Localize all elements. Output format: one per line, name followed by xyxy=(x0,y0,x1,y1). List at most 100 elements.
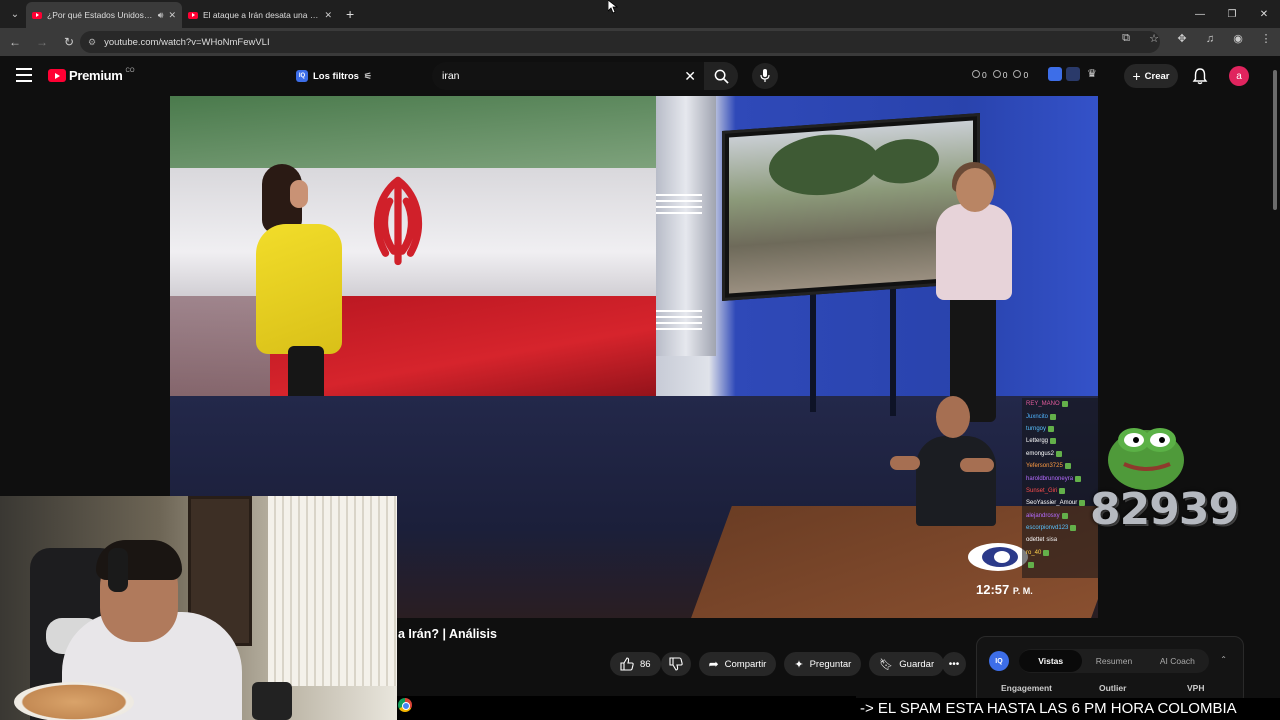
tab-ai-coach[interactable]: AI Coach xyxy=(1146,656,1209,666)
site-info-icon[interactable]: ⚙ xyxy=(88,37,96,48)
extension-stats[interactable]: 0 0 0 xyxy=(972,70,1028,80)
filters-label: Los filtros xyxy=(313,70,359,82)
tab-title: ¿Por qué Estados Unidos e... xyxy=(47,10,153,20)
search-button[interactable] xyxy=(704,62,738,90)
page-scrollbar[interactable] xyxy=(1270,56,1280,696)
food-plate xyxy=(14,682,134,720)
pepe-emote-icon xyxy=(1108,428,1184,490)
youtube-logo[interactable]: Premium CO xyxy=(48,68,135,83)
save-button[interactable]: 🔖︎ Guardar xyxy=(869,652,945,676)
chevron-up-icon[interactable]: ⌃ xyxy=(1220,655,1227,664)
close-tab-icon[interactable]: ✕ xyxy=(324,10,332,21)
vidiq-extension-icon[interactable] xyxy=(1048,67,1062,81)
sign-language-interpreter xyxy=(890,396,1010,526)
ask-button[interactable]: ✦ Preguntar xyxy=(784,652,862,676)
microphone-arm xyxy=(252,682,292,720)
chat-emote-icon xyxy=(1061,512,1068,519)
stream-ticker: -> EL SPAM ESTA HASTA LAS 6 PM HORA COLO… xyxy=(856,698,1280,720)
minimize-icon[interactable]: — xyxy=(1184,0,1216,28)
tab-title: El ataque a Irán desata una gue... xyxy=(203,10,320,20)
trophy-icon[interactable]: ♛ xyxy=(1087,67,1101,81)
chat-emote-icon xyxy=(1064,463,1071,470)
plus-icon: + xyxy=(1132,68,1141,84)
chat-emote-icon xyxy=(1043,549,1050,556)
logo-wordmark: Premium xyxy=(69,68,123,83)
vidiq-icon: IQ xyxy=(296,70,308,82)
create-label: Crear xyxy=(1144,70,1170,82)
profile-icon[interactable]: ◉ xyxy=(1230,32,1246,45)
speaker-icon[interactable]: 🔊︎ xyxy=(158,10,164,21)
window-blinds xyxy=(268,496,397,686)
sliders-icon: ⚟ xyxy=(363,70,372,81)
browser-tab-2[interactable]: El ataque a Irán desata una gue... ✕ xyxy=(182,2,338,28)
video-title: a Irán? | Análisis xyxy=(398,627,497,641)
iran-emblem-icon xyxy=(373,176,423,266)
chrome-taskbar-icon[interactable] xyxy=(398,698,412,712)
forward-icon[interactable]: → xyxy=(30,30,54,54)
chat-message: SeoYassier_Amour xyxy=(1022,497,1100,509)
chat-emote-icon xyxy=(1075,475,1082,482)
filters-button[interactable]: IQ Los filtros ⚟ xyxy=(296,66,372,86)
browser-actions: ⧉ ☆ ✥ ♫ ◉ ⋮ xyxy=(1118,32,1274,45)
like-button[interactable]: 86 xyxy=(610,652,661,676)
clear-search-icon[interactable]: ✕ xyxy=(684,68,696,85)
media-control-icon[interactable]: ♫ xyxy=(1202,33,1218,45)
presenter-yellow-jacket xyxy=(256,224,342,354)
chat-username: Yeferson3725 xyxy=(1026,463,1063,470)
stream-chat-overlay: REY_MANO Juxncito turngoy Lettergg emongus2 Y… xyxy=(1022,398,1100,578)
menu-dots-icon[interactable]: ⋮ xyxy=(1258,32,1274,45)
stat-2: 0 xyxy=(992,70,1007,80)
reload-icon[interactable]: ↻ xyxy=(57,30,81,54)
thumbs-up-icon xyxy=(620,657,634,671)
chat-emote-icon xyxy=(1050,413,1057,420)
close-tab-icon[interactable]: ✕ xyxy=(168,10,176,21)
new-tab-icon[interactable]: + xyxy=(346,6,354,22)
scrollbar-thumb[interactable] xyxy=(1273,70,1277,210)
video-actions: 86 ➦ Compartir ✦ Preguntar 🔖︎ Guardar xyxy=(610,652,945,676)
dislike-button[interactable] xyxy=(660,652,691,676)
chat-emote-icon xyxy=(1048,425,1055,432)
create-button[interactable]: + Crear xyxy=(1124,64,1178,88)
streamer-webcam xyxy=(0,496,397,720)
tab-vistas[interactable]: Vistas xyxy=(1019,650,1083,672)
youtube-favicon-icon xyxy=(188,11,198,19)
close-window-icon[interactable]: ✕ xyxy=(1248,0,1280,28)
chat-message: Lettergg xyxy=(1022,435,1100,447)
list-extension-icon[interactable] xyxy=(1066,67,1080,81)
chat-emote-icon xyxy=(1059,487,1066,494)
browser-tab-1[interactable]: ¿Por qué Estados Unidos e... 🔊︎ ✕ xyxy=(26,2,182,28)
install-app-icon[interactable]: ⧉ xyxy=(1118,32,1134,45)
chat-emote-icon xyxy=(1079,500,1086,507)
chat-message xyxy=(1022,559,1100,571)
chat-emote-icon xyxy=(1028,562,1034,569)
bookmark-star-icon[interactable]: ☆ xyxy=(1146,32,1162,45)
share-button[interactable]: ➦ Compartir xyxy=(698,652,777,676)
chat-emote-icon xyxy=(1050,438,1057,445)
caracol-logo-icon xyxy=(968,543,1028,571)
back-icon[interactable]: ← xyxy=(3,30,27,54)
stream-counter: 82939 xyxy=(1090,484,1239,535)
tab-search-icon[interactable]: ⌄ xyxy=(4,3,26,25)
broadcast-clock: 12:57 P. M. xyxy=(976,582,1033,597)
stat-1: 0 xyxy=(972,70,987,80)
chat-message: emongus2 xyxy=(1022,448,1100,460)
notifications-bell-icon[interactable] xyxy=(1192,67,1208,85)
more-actions-button[interactable]: ••• xyxy=(942,652,966,676)
youtube-play-icon xyxy=(48,69,66,82)
url-bar[interactable]: ⚙ youtube.com/watch?v=WHoNmFewVLI xyxy=(80,31,1160,53)
search-input[interactable]: iran ✕ xyxy=(432,62,704,90)
vidiq-panel: IQ Vistas Resumen AI Coach ⌃ Engagement … xyxy=(976,636,1244,706)
youtube-header: Premium CO IQ Los filtros ⚟ iran ✕ 0 0 0… xyxy=(0,56,1270,96)
extensions-icon[interactable]: ✥ xyxy=(1174,32,1190,45)
chat-text: sisa xyxy=(1046,537,1058,544)
vidiq-tabs: Vistas Resumen AI Coach xyxy=(1019,649,1209,673)
restore-icon[interactable]: ❐ xyxy=(1216,0,1248,28)
tab-resumen[interactable]: Resumen xyxy=(1082,656,1145,666)
hamburger-menu-icon[interactable] xyxy=(16,68,32,82)
vidiq-logo-icon: IQ xyxy=(989,651,1009,671)
voice-search-button[interactable] xyxy=(752,63,778,89)
url-text: youtube.com/watch?v=WHoNmFewVLI xyxy=(104,36,270,48)
avatar[interactable]: a xyxy=(1229,66,1249,86)
chat-message: escorpionvd123 xyxy=(1022,522,1100,534)
chat-username: ro_40 xyxy=(1026,549,1042,556)
